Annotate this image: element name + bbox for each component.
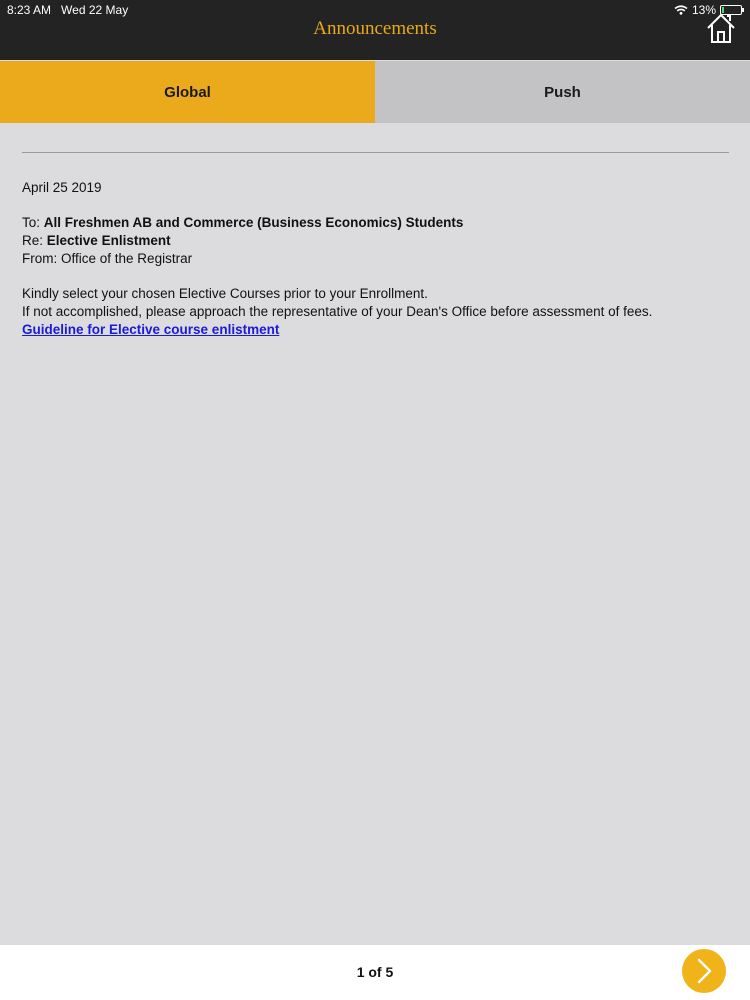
tab-global[interactable]: Global [0, 61, 375, 123]
announcement-re: Re: Elective Enlistment [22, 232, 729, 250]
announcement-date: April 25 2019 [22, 180, 102, 195]
guideline-link[interactable]: Guideline for Elective course enlistment [22, 322, 279, 337]
announcement-content: April 25 2019 To: All Freshmen AB and Co… [22, 152, 729, 339]
to-value: All Freshmen AB and Commerce (Business E… [43, 215, 464, 230]
announcement-to: To: All Freshmen AB and Commerce (Busine… [22, 214, 729, 232]
announcement-body-line-1: Kindly select your chosen Elective Cours… [22, 286, 428, 301]
chevron-right-icon [697, 958, 712, 984]
announcement-body-line-2: If not accomplished, please approach the… [22, 304, 653, 319]
home-icon [707, 13, 735, 43]
next-button[interactable] [682, 949, 726, 993]
from-label: From: [22, 251, 58, 266]
announcement-from: From: Office of the Registrar [22, 250, 729, 268]
top-bar: 8:23 AM Wed 22 May 13% Announcements [0, 0, 750, 60]
from-value: Office of the Registrar [61, 251, 193, 266]
to-label: To: [22, 215, 41, 230]
re-label: Re: [22, 233, 44, 248]
status-clock: 8:23 AM [7, 3, 52, 17]
wifi-icon [674, 5, 688, 15]
page-indicator: 1 of 5 [356, 964, 394, 980]
tab-bar: Global Push [0, 61, 750, 123]
home-button[interactable] [706, 12, 736, 44]
re-value: Elective Enlistment [46, 233, 171, 248]
bottom-bar: 1 of 5 [0, 945, 750, 1000]
tab-push[interactable]: Push [375, 61, 750, 123]
page-title: Announcements [313, 18, 437, 39]
status-time: 8:23 AM Wed 22 May [7, 3, 128, 17]
status-date: Wed 22 May [61, 3, 129, 17]
